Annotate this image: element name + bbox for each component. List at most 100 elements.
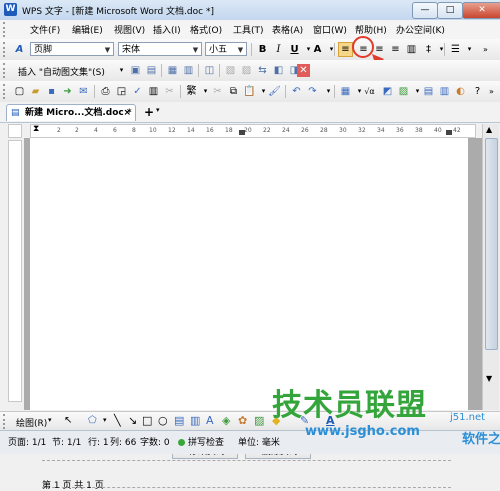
status-word-count[interactable]: 字数: 0 (140, 435, 170, 448)
vertical-ruler[interactable] (8, 140, 22, 402)
zoom-icon[interactable]: ◐ (453, 84, 468, 99)
line-tool-icon[interactable]: ╲ (114, 414, 121, 427)
bold-button[interactable]: B (255, 42, 270, 57)
vertical-scrollbar[interactable]: ▲ ▼ (482, 124, 499, 410)
maximize-button[interactable]: □ (437, 2, 463, 19)
format-page-number-icon[interactable]: ▦ (165, 63, 180, 78)
print-preview-icon[interactable]: ◲ (114, 84, 129, 99)
rectangle-tool-icon[interactable]: □ (142, 414, 152, 427)
insert-date-icon[interactable]: ▥ (181, 63, 196, 78)
copy-format-icon[interactable]: ▥ (146, 84, 161, 99)
switch-header-footer-icon[interactable]: ⇆ (255, 63, 270, 78)
chevron-down-icon[interactable]: ▾ (434, 42, 449, 57)
undo-icon[interactable]: ↶ (289, 84, 304, 99)
redo-icon[interactable]: ↷ (305, 84, 320, 99)
textbox-tool-icon[interactable]: ▤ (174, 414, 184, 427)
document-map-icon[interactable]: ▥ (437, 84, 452, 99)
save-icon[interactable]: ▪ (44, 84, 59, 99)
same-as-previous-icon[interactable]: ▨ (239, 63, 254, 78)
minimize-button[interactable]: — (412, 2, 438, 19)
document-page[interactable]: ✎ 修改页码 ▾ ✖ 删除页码 ▾ 第 1 页 共 1 页 (30, 138, 468, 491)
spell-check-icon[interactable]: ✓ (130, 84, 145, 99)
ruler-corner[interactable] (8, 124, 22, 138)
toolbar-grip[interactable] (3, 63, 8, 78)
wordart-icon[interactable]: A (206, 414, 214, 427)
status-unit[interactable]: 单位: 毫米 (238, 435, 280, 448)
show-previous-icon[interactable]: ◧ (271, 63, 286, 78)
toolbar-grip[interactable] (3, 84, 8, 99)
draw-menu-button[interactable]: 绘图(R) (16, 416, 47, 429)
picture-icon[interactable]: ▨ (254, 414, 264, 427)
align-left-button[interactable]: ≡ (338, 42, 353, 57)
toolbar-overflow-icon[interactable]: » (484, 84, 499, 99)
select-objects-icon[interactable]: ↖ (64, 415, 72, 426)
export-icon[interactable]: ➜ (60, 84, 75, 99)
arrow-tool-icon[interactable]: ↘ (128, 414, 137, 427)
chevron-down-icon[interactable]: ▾ (156, 106, 160, 114)
new-document-icon[interactable]: ▢ (12, 84, 27, 99)
page-number-icon[interactable]: ▣ (128, 63, 143, 78)
close-header-footer-icon[interactable]: ✕ (297, 64, 310, 77)
menu-view[interactable]: 视图(V) (114, 23, 145, 36)
text-color-button[interactable]: A (310, 42, 325, 57)
page-setup-icon[interactable]: ◫ (202, 63, 217, 78)
menu-edit[interactable]: 编辑(E) (72, 23, 103, 36)
help-icon[interactable]: ? (470, 84, 485, 99)
numbered-list-button[interactable]: ☰ (448, 42, 463, 57)
scroll-down-arrow-icon[interactable]: ▼ (486, 374, 492, 383)
menu-office-space[interactable]: 办公空间(K) (396, 23, 445, 36)
menu-window[interactable]: 窗口(W) (313, 23, 347, 36)
horizontal-ruler[interactable]: ⧗ 2 2 4 6 8 10 12 14 16 18 20 22 24 26 2… (30, 124, 476, 138)
menu-file[interactable]: 文件(F) (30, 23, 60, 36)
paste-icon[interactable]: 📋 (242, 84, 257, 99)
clipart-icon[interactable]: ✿ (238, 414, 247, 427)
traditional-chinese-icon[interactable]: 繁 (184, 84, 199, 99)
tab-close-button[interactable]: × (123, 105, 131, 122)
menu-tools[interactable]: 工具(T) (233, 23, 264, 36)
scrollbar-thumb[interactable] (485, 138, 498, 350)
chevron-down-icon[interactable]: ▾ (114, 63, 129, 78)
menu-insert[interactable]: 插入(I) (153, 23, 181, 36)
show-document-text-icon[interactable]: ▧ (223, 63, 238, 78)
tab-document[interactable]: ▤ 新建 Micro...文档.doc * × (6, 104, 136, 121)
spell-check-toggle[interactable]: 拼写检查 (188, 435, 224, 448)
toolbar-grip[interactable] (3, 414, 8, 429)
insert-picture-icon[interactable]: ▨ (396, 84, 411, 99)
chevron-down-icon[interactable]: ▾ (103, 416, 107, 424)
copy-icon[interactable]: ⧉ (226, 84, 241, 99)
wps-app-icon[interactable]: W (4, 3, 17, 16)
toolbar-grip[interactable] (3, 22, 8, 37)
first-line-indent-marker[interactable]: ⧗ (33, 124, 39, 134)
underline-button[interactable]: U (287, 42, 302, 57)
vertical-textbox-icon[interactable]: ▥ (190, 414, 200, 427)
menu-format[interactable]: 格式(O) (190, 23, 222, 36)
new-tab-button[interactable]: + (144, 105, 154, 119)
font-size-select[interactable]: 小五 ▼ (205, 42, 247, 56)
chevron-down-icon[interactable]: ▾ (324, 42, 339, 57)
diagram-icon[interactable]: ◈ (222, 414, 230, 427)
chevron-down-icon[interactable]: ▾ (48, 416, 52, 424)
toolbar-grip[interactable] (3, 42, 8, 57)
menu-table[interactable]: 表格(A) (272, 23, 303, 36)
insert-textbox-icon[interactable]: ▤ (421, 84, 436, 99)
ellipse-tool-icon[interactable]: ○ (158, 414, 168, 427)
insert-table-icon[interactable]: ▦ (338, 84, 353, 99)
tab-stop-marker[interactable] (446, 130, 452, 135)
styles-icon[interactable]: A (12, 42, 27, 57)
cut-icon[interactable]: ✂ (162, 84, 177, 99)
page-count-icon[interactable]: ▤ (144, 63, 159, 78)
open-folder-icon[interactable]: ▰ (28, 84, 43, 99)
scroll-up-arrow-icon[interactable]: ▲ (486, 125, 492, 134)
italic-button[interactable]: I (271, 42, 286, 57)
font-select[interactable]: 宋体 ▼ (118, 42, 202, 56)
chevron-down-icon[interactable]: ▾ (462, 42, 477, 57)
format-painter-icon[interactable]: 🖌 (267, 84, 282, 99)
toolbar-overflow-icon[interactable]: » (478, 42, 493, 57)
status-page[interactable]: 页面: 1/1 (8, 435, 46, 448)
close-window-button[interactable]: ✕ (462, 2, 500, 19)
insert-chart-icon[interactable]: ◩ (380, 84, 395, 99)
footer-page-number-text[interactable]: 第 1 页 共 1 页 (42, 478, 104, 491)
insert-autotext-button[interactable]: 插入 "自动图文集"(S) (18, 65, 105, 78)
formula-icon[interactable]: √α (362, 84, 377, 99)
menu-help[interactable]: 帮助(H) (355, 23, 387, 36)
